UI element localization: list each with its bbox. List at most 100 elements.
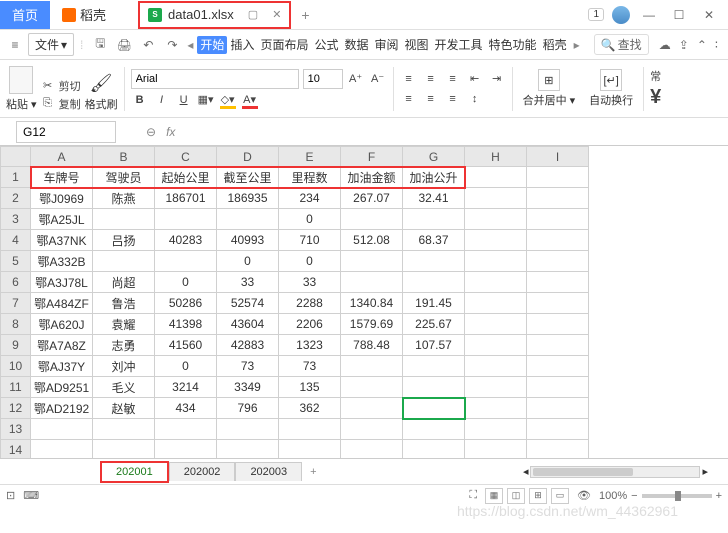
row-head-9[interactable]: 9	[1, 335, 31, 356]
cell-H5[interactable]	[465, 251, 527, 272]
orientation-button[interactable]: ↕	[466, 90, 484, 108]
underline-button[interactable]: U	[175, 91, 193, 109]
ribbon-nav-left[interactable]: ◂	[185, 38, 195, 52]
cell-C8[interactable]: 41398	[155, 314, 217, 335]
ribbon-tab-8[interactable]: 特色功能	[486, 36, 540, 54]
ribbon-tab-2[interactable]: 页面布局	[257, 36, 311, 54]
cell-C6[interactable]: 0	[155, 272, 217, 293]
cell-G14[interactable]	[403, 440, 465, 459]
ribbon-tab-1[interactable]: 插入	[227, 36, 257, 54]
cell-I14[interactable]	[527, 440, 589, 459]
cell-B12[interactable]: 赵敏	[93, 398, 155, 419]
cell-H13[interactable]	[465, 419, 527, 440]
print-icon[interactable]: 🖨	[113, 34, 135, 56]
cell-C11[interactable]: 3214	[155, 377, 217, 398]
italic-button[interactable]: I	[153, 91, 171, 109]
cell-B11[interactable]: 毛义	[93, 377, 155, 398]
cell-C5[interactable]	[155, 251, 217, 272]
increase-font-button[interactable]: A⁺	[347, 70, 365, 88]
fullscreen-icon[interactable]: ⛶	[469, 489, 477, 502]
cell-E4[interactable]: 710	[279, 230, 341, 251]
col-head-C[interactable]: C	[155, 147, 217, 167]
cell-C3[interactable]	[155, 209, 217, 230]
bold-button[interactable]: B	[131, 91, 149, 109]
cell-B5[interactable]	[93, 251, 155, 272]
cell-F3[interactable]	[341, 209, 403, 230]
redo-icon[interactable]: ↷	[161, 34, 183, 56]
cell-G1[interactable]: 加油公升	[403, 167, 465, 188]
cell-E9[interactable]: 1323	[279, 335, 341, 356]
fill-color-button[interactable]: ◇▾	[219, 91, 237, 109]
cell-G5[interactable]	[403, 251, 465, 272]
share-icon[interactable]: ⇪	[679, 38, 689, 52]
cell-D7[interactable]: 52574	[217, 293, 279, 314]
align-top-button[interactable]: ≡	[400, 70, 418, 88]
col-head-G[interactable]: G	[403, 147, 465, 167]
cell-C7[interactable]: 50286	[155, 293, 217, 314]
indent-increase-button[interactable]: ⇥	[488, 70, 506, 88]
align-bottom-button[interactable]: ≡	[444, 70, 462, 88]
cell-D6[interactable]: 33	[217, 272, 279, 293]
scroll-left-icon[interactable]: ◂	[523, 465, 529, 478]
cell-E3[interactable]: 0	[279, 209, 341, 230]
cell-B1[interactable]: 驾驶员	[93, 167, 155, 188]
view-page-button[interactable]: ◫	[507, 488, 525, 504]
cell-B7[interactable]: 鲁浩	[93, 293, 155, 314]
cell-A9[interactable]: 鄂A7A8Z	[31, 335, 93, 356]
window-badge[interactable]: 1	[588, 8, 604, 21]
undo-icon[interactable]: ↶	[137, 34, 159, 56]
cell-C12[interactable]: 434	[155, 398, 217, 419]
cell-I9[interactable]	[527, 335, 589, 356]
format-painter-button[interactable]: 🖌 格式刷	[85, 73, 118, 112]
cell-C9[interactable]: 41560	[155, 335, 217, 356]
cell-G6[interactable]	[403, 272, 465, 293]
zoom-out-icon[interactable]: ⊖	[146, 125, 156, 139]
cell-H2[interactable]	[465, 188, 527, 209]
align-center-button[interactable]: ≡	[422, 90, 440, 108]
cell-A3[interactable]: 鄂A25JL	[31, 209, 93, 230]
hscroll-track[interactable]	[530, 466, 700, 478]
view-normal-button[interactable]: ▦	[485, 488, 503, 504]
copy-button[interactable]: ⎘复制	[41, 96, 81, 112]
row-head-14[interactable]: 14	[1, 440, 31, 459]
col-head-A[interactable]: A	[31, 147, 93, 167]
cut-button[interactable]: ✂剪切	[41, 78, 81, 94]
cell-F14[interactable]	[341, 440, 403, 459]
sheet-tab-202001[interactable]: 202001	[100, 461, 169, 483]
cloud-icon[interactable]: ☁	[659, 38, 671, 52]
tab-home[interactable]: 首页	[0, 1, 50, 29]
cell-I2[interactable]	[527, 188, 589, 209]
col-head-H[interactable]: H	[465, 147, 527, 167]
zoom-out-button[interactable]: −	[631, 490, 637, 502]
cell-H12[interactable]	[465, 398, 527, 419]
cell-D5[interactable]: 0	[217, 251, 279, 272]
cell-I7[interactable]	[527, 293, 589, 314]
cell-H11[interactable]	[465, 377, 527, 398]
spreadsheet-grid[interactable]: ABCDEFGHI1车牌号驾驶员起始公里截至公里里程数加油金额加油公升2鄂J09…	[0, 146, 589, 458]
cell-C13[interactable]	[155, 419, 217, 440]
more-icon[interactable]: ∶	[715, 38, 718, 52]
cell-G8[interactable]: 225.67	[403, 314, 465, 335]
cell-E6[interactable]: 33	[279, 272, 341, 293]
cell-I11[interactable]	[527, 377, 589, 398]
search-box[interactable]: 🔍 查找	[594, 34, 649, 55]
indent-decrease-button[interactable]: ⇤	[466, 70, 484, 88]
cell-F1[interactable]: 加油金额	[341, 167, 403, 188]
status-mode-icon[interactable]: ⊡	[6, 489, 15, 502]
cell-E12[interactable]: 362	[279, 398, 341, 419]
ribbon-tab-0[interactable]: 开始	[197, 36, 227, 54]
file-menu[interactable]: 文件 ▾	[28, 33, 74, 56]
cell-E7[interactable]: 2288	[279, 293, 341, 314]
paste-button[interactable]: 粘贴 ▾	[6, 66, 37, 112]
align-right-button[interactable]: ≡	[444, 90, 462, 108]
col-head-D[interactable]: D	[217, 147, 279, 167]
view-reading-button[interactable]: ▭	[551, 488, 569, 504]
cell-F2[interactable]: 267.07	[341, 188, 403, 209]
ribbon-tab-4[interactable]: 数据	[341, 36, 371, 54]
cell-D14[interactable]	[217, 440, 279, 459]
row-head-4[interactable]: 4	[1, 230, 31, 251]
ribbon-tab-5[interactable]: 审阅	[372, 36, 402, 54]
font-name-select[interactable]	[131, 69, 299, 89]
cell-F8[interactable]: 1579.69	[341, 314, 403, 335]
scroll-right-icon[interactable]: ▸	[702, 465, 708, 478]
